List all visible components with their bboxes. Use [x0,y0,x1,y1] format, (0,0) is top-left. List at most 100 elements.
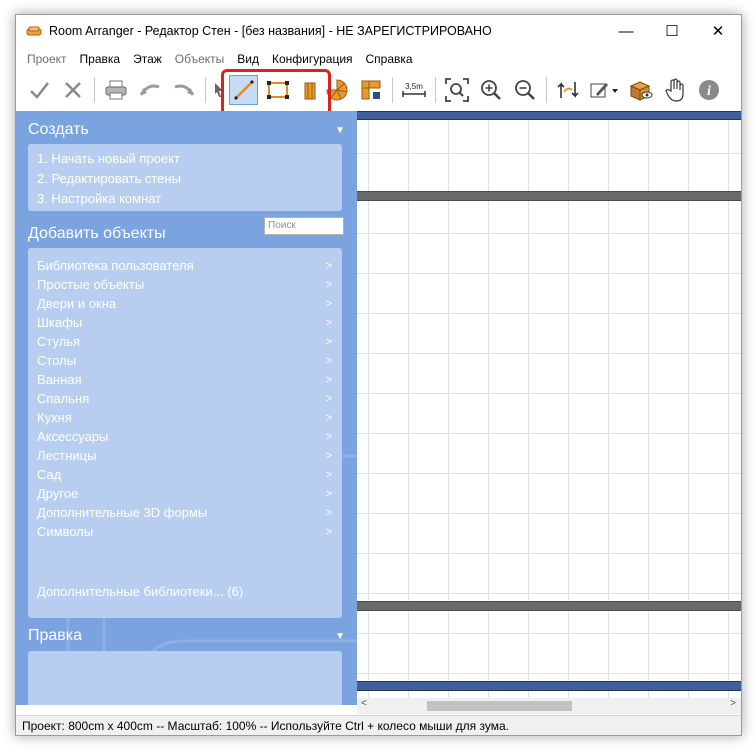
printer-icon[interactable] [101,75,130,105]
close-button[interactable]: ✕ [695,15,741,47]
horizontal-scrollbar[interactable]: < > [357,698,741,714]
chevron-right-icon: > [325,373,332,386]
menu-objects[interactable]: Объекты [175,52,225,66]
list-item-label: Лестницы [37,448,97,463]
list-item-tables[interactable]: Столы > [37,351,334,370]
extra-libraries-link[interactable]: Дополнительные библиотеки... (6) [37,582,334,601]
menu-edit[interactable]: Правка [80,52,121,66]
rotate-icon[interactable] [553,75,582,105]
toolbar-separator [94,77,95,103]
chevron-right-icon: > [325,278,332,291]
chevron-right-icon: > [325,335,332,348]
chevron-right-icon: > [325,525,332,538]
list-item-bedroom[interactable]: Спальня > [37,389,334,408]
3d-view-icon[interactable] [626,75,655,105]
wall-bottom[interactable] [357,681,741,691]
edit-panel-title[interactable]: Правка [28,627,82,645]
search-input[interactable]: Поиск [264,217,344,235]
zoom-out-icon[interactable] [510,75,539,105]
list-item-label: Простые объекты [37,277,145,292]
create-steps-box: 1. Начать новый проект 2. Редактировать … [28,144,342,211]
zoom-in-icon[interactable] [476,75,505,105]
wall-lower-gray[interactable] [357,601,741,611]
menu-configuration[interactable]: Конфигурация [272,52,353,66]
sidebar-panel: Создать ▼ 1. Начать новый проект 2. Реда… [16,111,357,705]
list-item-label: Ванная [37,372,82,387]
list-item-simple-objects[interactable]: Простые объекты > [37,275,334,294]
wall-upper-gray[interactable] [357,191,741,201]
add-objects-title: Добавить объекты [28,225,166,242]
corner-room-icon[interactable] [356,75,385,105]
step-new-project[interactable]: 1. Начать новый проект [37,151,180,166]
list-item-accessories[interactable]: Аксессуары > [37,427,334,446]
menu-project[interactable]: Проект [27,52,67,66]
list-item-label: Столы [37,353,77,368]
chevron-right-icon: > [325,411,332,424]
list-item-label: Кухня [37,410,72,425]
app-sofa-icon [26,26,42,36]
list-item-label: Символы [37,524,94,539]
menu-view[interactable]: Вид [237,52,259,66]
toolbar-separator [205,77,206,103]
hand-tool-icon[interactable] [660,75,689,105]
list-item-label: Библиотека пользователя [37,258,194,273]
undo-icon[interactable] [135,75,164,105]
chevron-right-icon: > [325,297,332,310]
scrollbar-thumb[interactable] [427,701,572,711]
edit-menu-icon[interactable] [587,75,621,105]
svg-text:i: i [707,84,711,99]
chevron-right-icon: > [325,392,332,405]
list-item-other[interactable]: Другое > [37,484,334,503]
floor-plan-canvas[interactable] [357,111,741,705]
collapse-edit-icon[interactable]: ▼ [335,631,345,642]
list-item-symbols[interactable]: Символы > [37,522,334,541]
wall-top[interactable] [357,111,741,120]
create-panel-title[interactable]: Создать [28,121,89,139]
list-item-garden[interactable]: Сад > [37,465,334,484]
zoom-fit-icon[interactable] [442,75,471,105]
chevron-right-icon: > [325,354,332,367]
list-item-label: Стулья [37,334,81,349]
measure-label: 3,5m [405,82,423,91]
step-edit-walls[interactable]: 2. Редактировать стены [37,171,181,186]
list-item-cabinets[interactable]: Шкафы > [37,313,334,332]
list-item-label: Сад [37,467,62,482]
confirm-check-icon[interactable] [24,75,53,105]
minimize-button[interactable]: — [603,15,649,47]
status-bar: Проект: 800cm x 400cm -- Масштаб: 100% -… [16,715,741,735]
step-room-setup[interactable]: 3. Настройка комнат [37,191,161,206]
maximize-button[interactable]: ☐ [649,15,695,47]
chevron-right-icon: > [325,430,332,443]
info-icon[interactable]: i [694,75,723,105]
list-item-label: Аксессуары [37,429,109,444]
edit-panel-box [28,651,342,705]
list-item-kitchen[interactable]: Кухня > [37,408,334,427]
scroll-left-icon[interactable]: < [361,698,367,709]
list-item-chairs[interactable]: Стулья > [37,332,334,351]
title-bar: Room Arranger - Редактор Стен - [без наз… [16,15,741,47]
cancel-x-icon[interactable] [58,75,87,105]
chevron-right-icon: > [325,468,332,481]
list-item-doors-windows[interactable]: Двери и окна > [37,294,334,313]
extra-libraries-label: Дополнительные библиотеки... (6) [37,584,244,599]
library-list: Библиотека пользователя > Простые объекты… [28,248,342,618]
toolbar-separator [392,77,393,103]
chevron-right-icon: > [325,449,332,462]
chevron-right-icon: > [325,506,332,519]
measure-icon[interactable]: 3,5m [399,75,428,105]
scroll-right-icon[interactable]: > [730,698,736,709]
list-item-user-library[interactable]: Библиотека пользователя > [37,256,334,275]
menu-bar: Проект Правка Этаж Объекты Вид Конфигура… [16,49,741,69]
menu-help[interactable]: Справка [366,52,413,66]
list-item-stairs[interactable]: Лестницы > [37,446,334,465]
toolbar-separator [546,77,547,103]
list-item-bathroom[interactable]: Ванная > [37,370,334,389]
chevron-right-icon: > [325,316,332,329]
redo-icon[interactable] [169,75,198,105]
chevron-right-icon: > [325,259,332,272]
chevron-right-icon: > [325,487,332,500]
app-window: Room Arranger - Редактор Стен - [без наз… [15,14,742,736]
menu-floor[interactable]: Этаж [133,52,162,66]
collapse-create-icon[interactable]: ▼ [335,125,345,136]
list-item-3d-shapes[interactable]: Дополнительные 3D формы > [37,503,334,522]
